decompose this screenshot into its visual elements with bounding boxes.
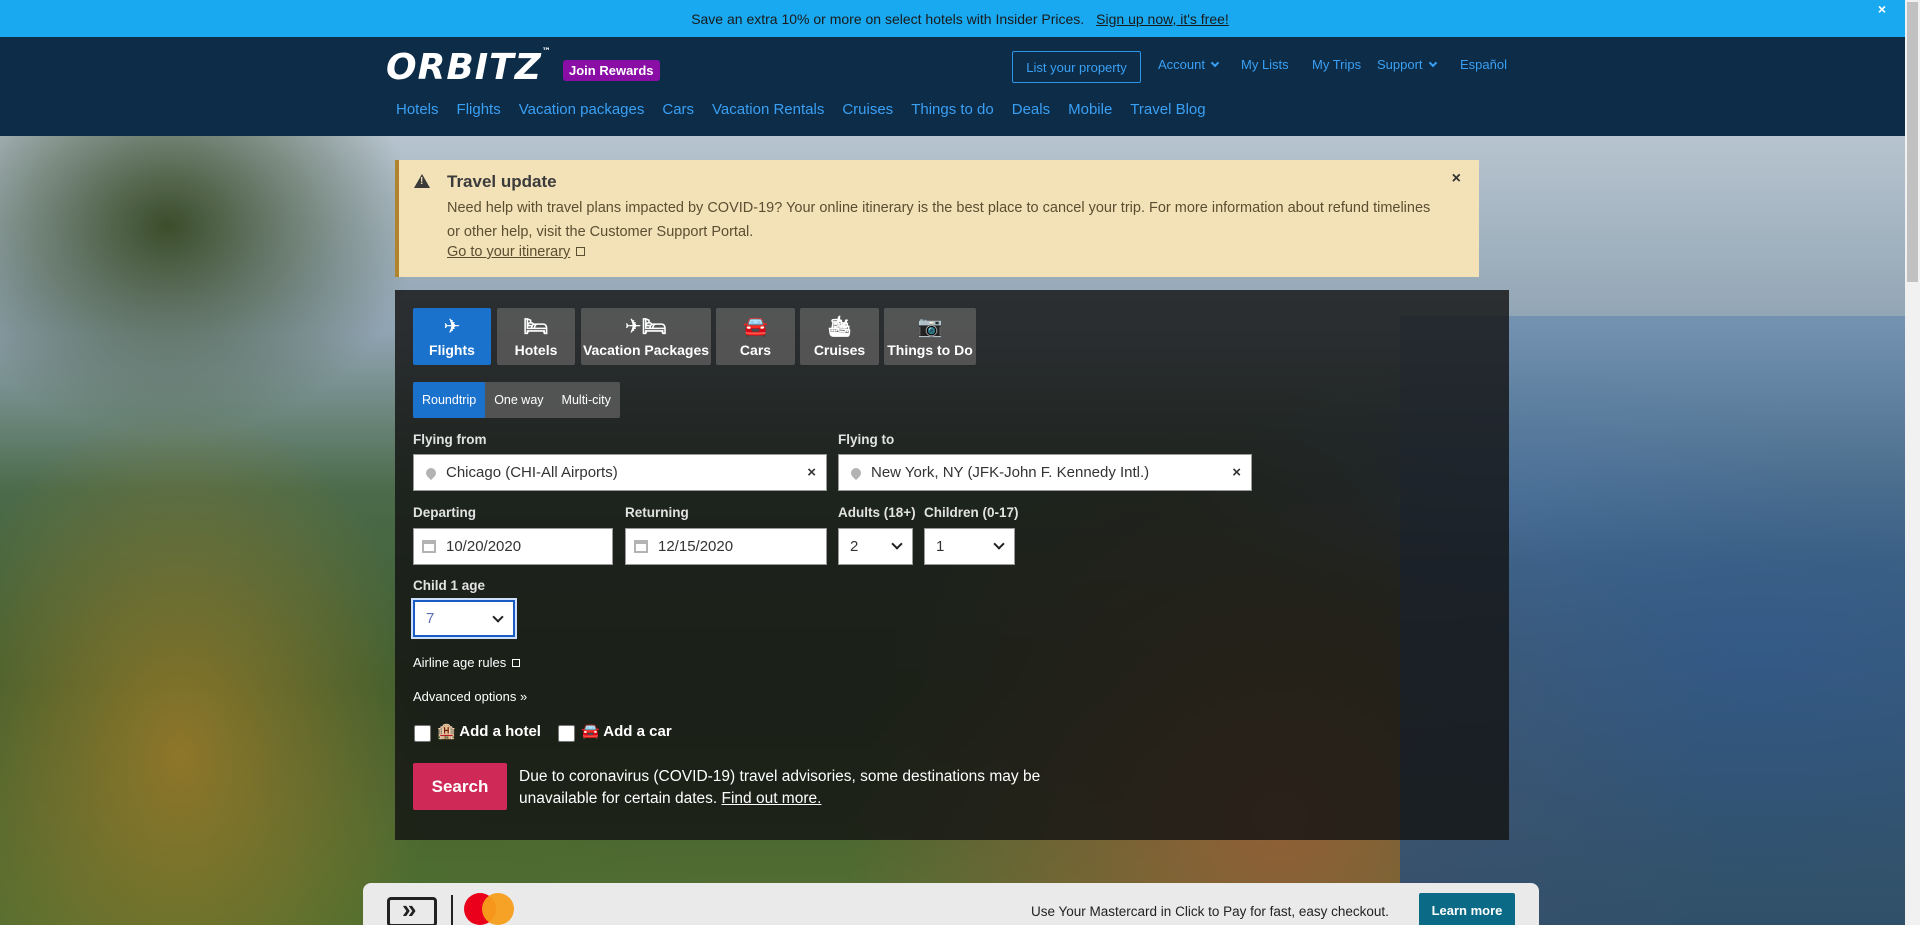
my-lists-link[interactable]: My Lists [1241,57,1289,72]
clear-destination-button[interactable]: × [1232,464,1241,481]
child-age-label: Child 1 age [413,578,486,593]
car-icon: 🚘 [743,316,768,338]
promo-signup-link[interactable]: Sign up now, it's free! [1096,11,1229,27]
children-label: Children (0-17) [924,505,1019,520]
promo-close-button[interactable]: × [1878,1,1886,17]
trip-one-way[interactable]: One way [485,382,552,418]
search-button[interactable]: Search [413,763,507,810]
chevron-down-icon [1428,58,1437,68]
car-icon: 🚘 [581,723,604,740]
nav-things-to-do[interactable]: Things to do [911,101,994,118]
adults-label: Adults (18+) [838,505,916,520]
warning-icon [414,174,430,188]
chevron-down-icon [993,538,1005,550]
scrollbar-thumb[interactable] [1907,2,1918,282]
external-link-icon [512,659,521,667]
tab-cruises[interactable]: 🛳 Cruises [800,308,879,365]
flying-from-input[interactable]: Chicago (CHI-All Airports) × [413,454,827,491]
espanol-link[interactable]: Español [1460,57,1507,72]
tab-hotels[interactable]: 🛏 Hotels [497,308,575,365]
returning-date-input[interactable]: 12/15/2020 [625,528,827,565]
flying-to-label: Flying to [838,432,895,447]
nav-cruises[interactable]: Cruises [842,101,893,118]
location-pin-icon [423,465,439,480]
airline-age-rules-link[interactable]: Airline age rules [413,655,521,670]
logo-tm: ™ [541,47,552,57]
external-link-icon [576,247,586,256]
tab-cars[interactable]: 🚘 Cars [716,308,795,365]
search-panel: ✈ Flights 🛏 Hotels ✈🛏 Vacation Packages … [395,290,1509,840]
nav-travel-blog[interactable]: Travel Blog [1130,101,1205,118]
my-trips-link[interactable]: My Trips [1312,57,1361,72]
mastercard-logo-orange [482,893,514,925]
tab-flights[interactable]: ✈ Flights [413,308,491,365]
flying-to-input[interactable]: New York, NY (JFK-John F. Kennedy Intl.)… [838,454,1252,491]
nav-cars[interactable]: Cars [662,101,694,118]
itinerary-link[interactable]: Go to your itinerary [447,244,586,260]
calendar-icon [634,540,648,553]
trip-type-selector: Roundtrip One way Multi-city [413,382,620,418]
tab-things-to-do[interactable]: 📷 Things to Do [884,308,976,365]
adults-select[interactable]: 2 [838,528,913,565]
children-select[interactable]: 1 [924,528,1015,565]
advanced-options-toggle[interactable]: Advanced options » [413,689,527,704]
camera-icon: 📷 [917,316,943,338]
child-1-age-select[interactable]: 7 [413,600,515,637]
alert-close-button[interactable]: × [1452,170,1461,188]
departing-label: Departing [413,505,477,520]
page-scrollbar[interactable] [1905,0,1920,925]
chevron-down-icon [492,611,504,623]
logo-divider [451,895,453,925]
mastercard-promo: Use Your Mastercard in Click to Pay for … [363,883,1539,925]
nav-mobile[interactable]: Mobile [1068,101,1112,118]
location-pin-icon [848,465,864,480]
airplane-bed-icon: ✈🛏 [624,316,668,338]
support-menu[interactable]: Support [1377,57,1437,72]
orbitz-logo[interactable]: ORBITZ™ [386,47,552,88]
chevron-down-icon [1210,58,1220,68]
join-rewards-badge[interactable]: Join Rewards [563,60,660,81]
nav-hotels[interactable]: Hotels [396,101,439,118]
mastercard-text: Use Your Mastercard in Click to Pay for … [1031,904,1389,919]
nav-vacation-packages[interactable]: Vacation packages [519,101,645,118]
nav-vacation-rentals[interactable]: Vacation Rentals [712,101,824,118]
airplane-icon: ✈ [443,316,461,338]
covid-advisory: Due to coronavirus (COVID-19) travel adv… [519,768,1041,807]
alert-message: Need help with travel plans impacted by … [447,200,1431,240]
add-hotel-checkbox[interactable] [414,725,431,742]
chevron-down-icon [891,538,903,550]
main-nav: Hotels Flights Vacation packages Cars Va… [396,101,1224,118]
flying-from-label: Flying from [413,432,487,447]
account-menu[interactable]: Account [1158,57,1220,72]
nav-deals[interactable]: Deals [1012,101,1050,118]
promo-text: Save an extra 10% or more on select hote… [691,10,1085,27]
promo-banner: Save an extra 10% or more on select hote… [0,0,1920,37]
nav-flights[interactable]: Flights [457,101,501,118]
trip-multi-city[interactable]: Multi-city [553,382,620,418]
trip-roundtrip[interactable]: Roundtrip [413,382,486,418]
learn-more-button[interactable]: Learn more [1419,893,1515,925]
find-out-more-link[interactable]: Find out more. [722,790,822,807]
building-icon: 🏨 [437,723,460,740]
bed-icon: 🛏 [523,316,549,338]
alert-title: Travel update [447,172,557,191]
list-property-button[interactable]: List your property [1012,51,1141,83]
site-header: ORBITZ™ Join Rewards List your property … [0,37,1920,136]
calendar-icon [422,540,436,553]
tab-vacation-packages[interactable]: ✈🛏 Vacation Packages [581,308,711,365]
ship-icon: 🛳 [826,316,853,338]
click-to-pay-icon [387,894,437,925]
add-hotel-label[interactable]: 🏨 Add a hotel [437,722,541,740]
travel-update-alert: Travel update Need help with travel plan… [395,160,1479,277]
departing-date-input[interactable]: 10/20/2020 [413,528,613,565]
returning-label: Returning [625,505,689,520]
clear-origin-button[interactable]: × [807,464,816,481]
add-car-checkbox[interactable] [558,725,575,742]
add-car-label[interactable]: 🚘 Add a car [581,722,672,740]
hero-trees-area [0,136,420,436]
